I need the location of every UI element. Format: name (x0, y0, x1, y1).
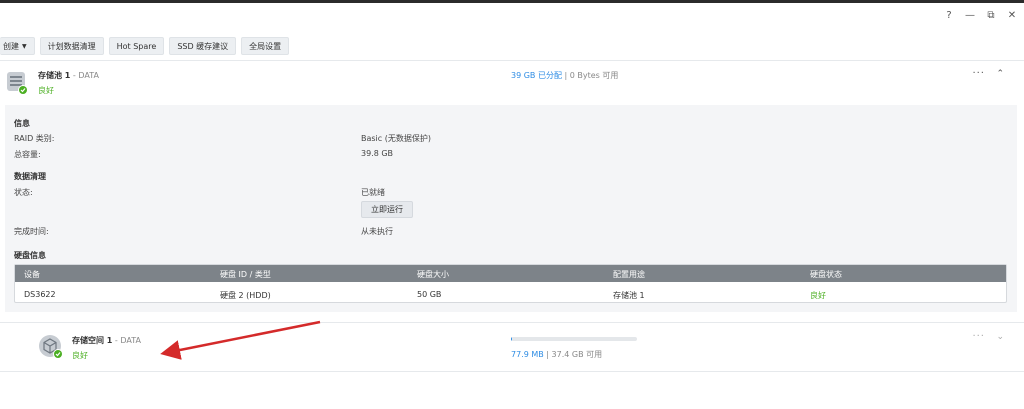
global-settings-button[interactable]: 全局设置 (241, 37, 290, 55)
volume-available-value: 37.4 GB 可用 (551, 350, 603, 359)
storage-pool-title: 存储池 1 - DATA (38, 70, 99, 81)
more-options-icon[interactable]: ··· (972, 68, 985, 79)
completion-time-label: 完成时间: (14, 227, 49, 236)
storage-pool-allocation: 39 GB 已分配 | 0 Bytes 可用 (511, 70, 618, 81)
allocation-separator: | (561, 71, 570, 80)
volume-header[interactable]: 存储空间 1 - DATA 良好 77.9 MB | 37.4 GB 可用 ··… (0, 325, 1024, 371)
storage-pool-header[interactable]: 存储池 1 - DATA 良好 39 GB 已分配 | 0 Bytes 可用 ·… (0, 66, 1024, 100)
divider (0, 371, 1024, 372)
volume-name: 存储空间 1 (72, 336, 113, 345)
toolbar: 创建 ▼ 计划数据清理 Hot Spare SSD 缓存建议 全局设置 (0, 37, 290, 55)
disk-info-section-title: 硬盘信息 (14, 251, 46, 260)
column-header-usage[interactable]: 配置用途 (613, 269, 645, 280)
storage-pool-status: 良好 (38, 86, 54, 95)
caret-down-icon: ▼ (22, 42, 27, 50)
storage-pool-name: 存储池 1 (38, 71, 71, 80)
column-header-disk-status[interactable]: 硬盘状态 (810, 269, 842, 280)
cell-usage: 存储池 1 (613, 291, 645, 300)
scrub-state-value: 已就绪 (361, 188, 385, 197)
minimize-icon[interactable]: — (964, 9, 976, 21)
column-header-disk-size[interactable]: 硬盘大小 (417, 269, 449, 280)
volume-title: 存储空间 1 - DATA (72, 335, 141, 346)
schedule-scrub-button[interactable]: 计划数据清理 (39, 37, 104, 55)
create-button[interactable]: 创建 ▼ (0, 37, 35, 55)
total-capacity-value: 39.8 GB (361, 149, 394, 158)
cell-disk-status: 良好 (810, 291, 826, 300)
run-now-button[interactable]: 立即运行 (361, 201, 413, 218)
disk-info-table: 设备 硬盘 ID / 类型 硬盘大小 配置用途 硬盘状态 DS3622 硬盘 2… (14, 264, 1007, 303)
allocated-value: 39 GB 已分配 (511, 71, 562, 80)
volume-usage-bar (511, 337, 637, 341)
column-header-disk-id[interactable]: 硬盘 ID / 类型 (220, 269, 271, 280)
storage-pool-detail-panel: 信息 RAID 类别: Basic (无数据保护) 总容量: 39.8 GB 数… (5, 105, 1017, 312)
window-controls: ? — ⧉ ✕ (943, 9, 1018, 21)
scrub-section-title: 数据清理 (14, 172, 46, 181)
window-top-strip (0, 0, 1024, 3)
volume-subtitle: - DATA (112, 336, 141, 345)
storage-pool-subtitle: - DATA (70, 71, 99, 80)
close-icon[interactable]: ✕ (1006, 9, 1018, 21)
cell-disk-id: 硬盘 2 (HDD) (220, 291, 271, 300)
scrub-state-label: 状态: (14, 188, 33, 197)
volume-usage-text: 77.9 MB | 37.4 GB 可用 (511, 349, 602, 360)
restore-icon[interactable]: ⧉ (985, 9, 997, 21)
volume-used-value: 77.9 MB (511, 350, 544, 359)
info-section-title: 信息 (14, 119, 30, 128)
storage-pool-icon (7, 72, 28, 95)
more-options-icon[interactable]: ··· (972, 331, 985, 342)
volume-status: 良好 (72, 351, 88, 360)
volume-icon (39, 335, 63, 359)
available-value: 0 Bytes 可用 (569, 71, 619, 80)
ssd-cache-advisor-button[interactable]: SSD 缓存建议 (169, 37, 237, 55)
cell-disk-size: 50 GB (417, 290, 442, 299)
volume-usage-separator: | (543, 350, 552, 359)
column-header-device[interactable]: 设备 (24, 269, 40, 280)
table-header: 设备 硬盘 ID / 类型 硬盘大小 配置用途 硬盘状态 (15, 265, 1006, 282)
chevron-down-icon[interactable]: ⌄ (996, 332, 1004, 342)
create-button-label: 创建 (3, 41, 19, 51)
hot-spare-button[interactable]: Hot Spare (108, 37, 165, 55)
cell-device: DS3622 (24, 290, 56, 299)
divider (0, 322, 1024, 323)
raid-type-value: Basic (无数据保护) (361, 134, 431, 143)
total-capacity-label: 总容量: (14, 150, 41, 159)
completion-time-value: 从未执行 (361, 227, 393, 236)
divider (0, 60, 1024, 61)
raid-type-label: RAID 类别: (14, 134, 55, 143)
help-icon[interactable]: ? (943, 9, 955, 21)
chevron-up-icon[interactable]: ⌃ (996, 69, 1004, 79)
